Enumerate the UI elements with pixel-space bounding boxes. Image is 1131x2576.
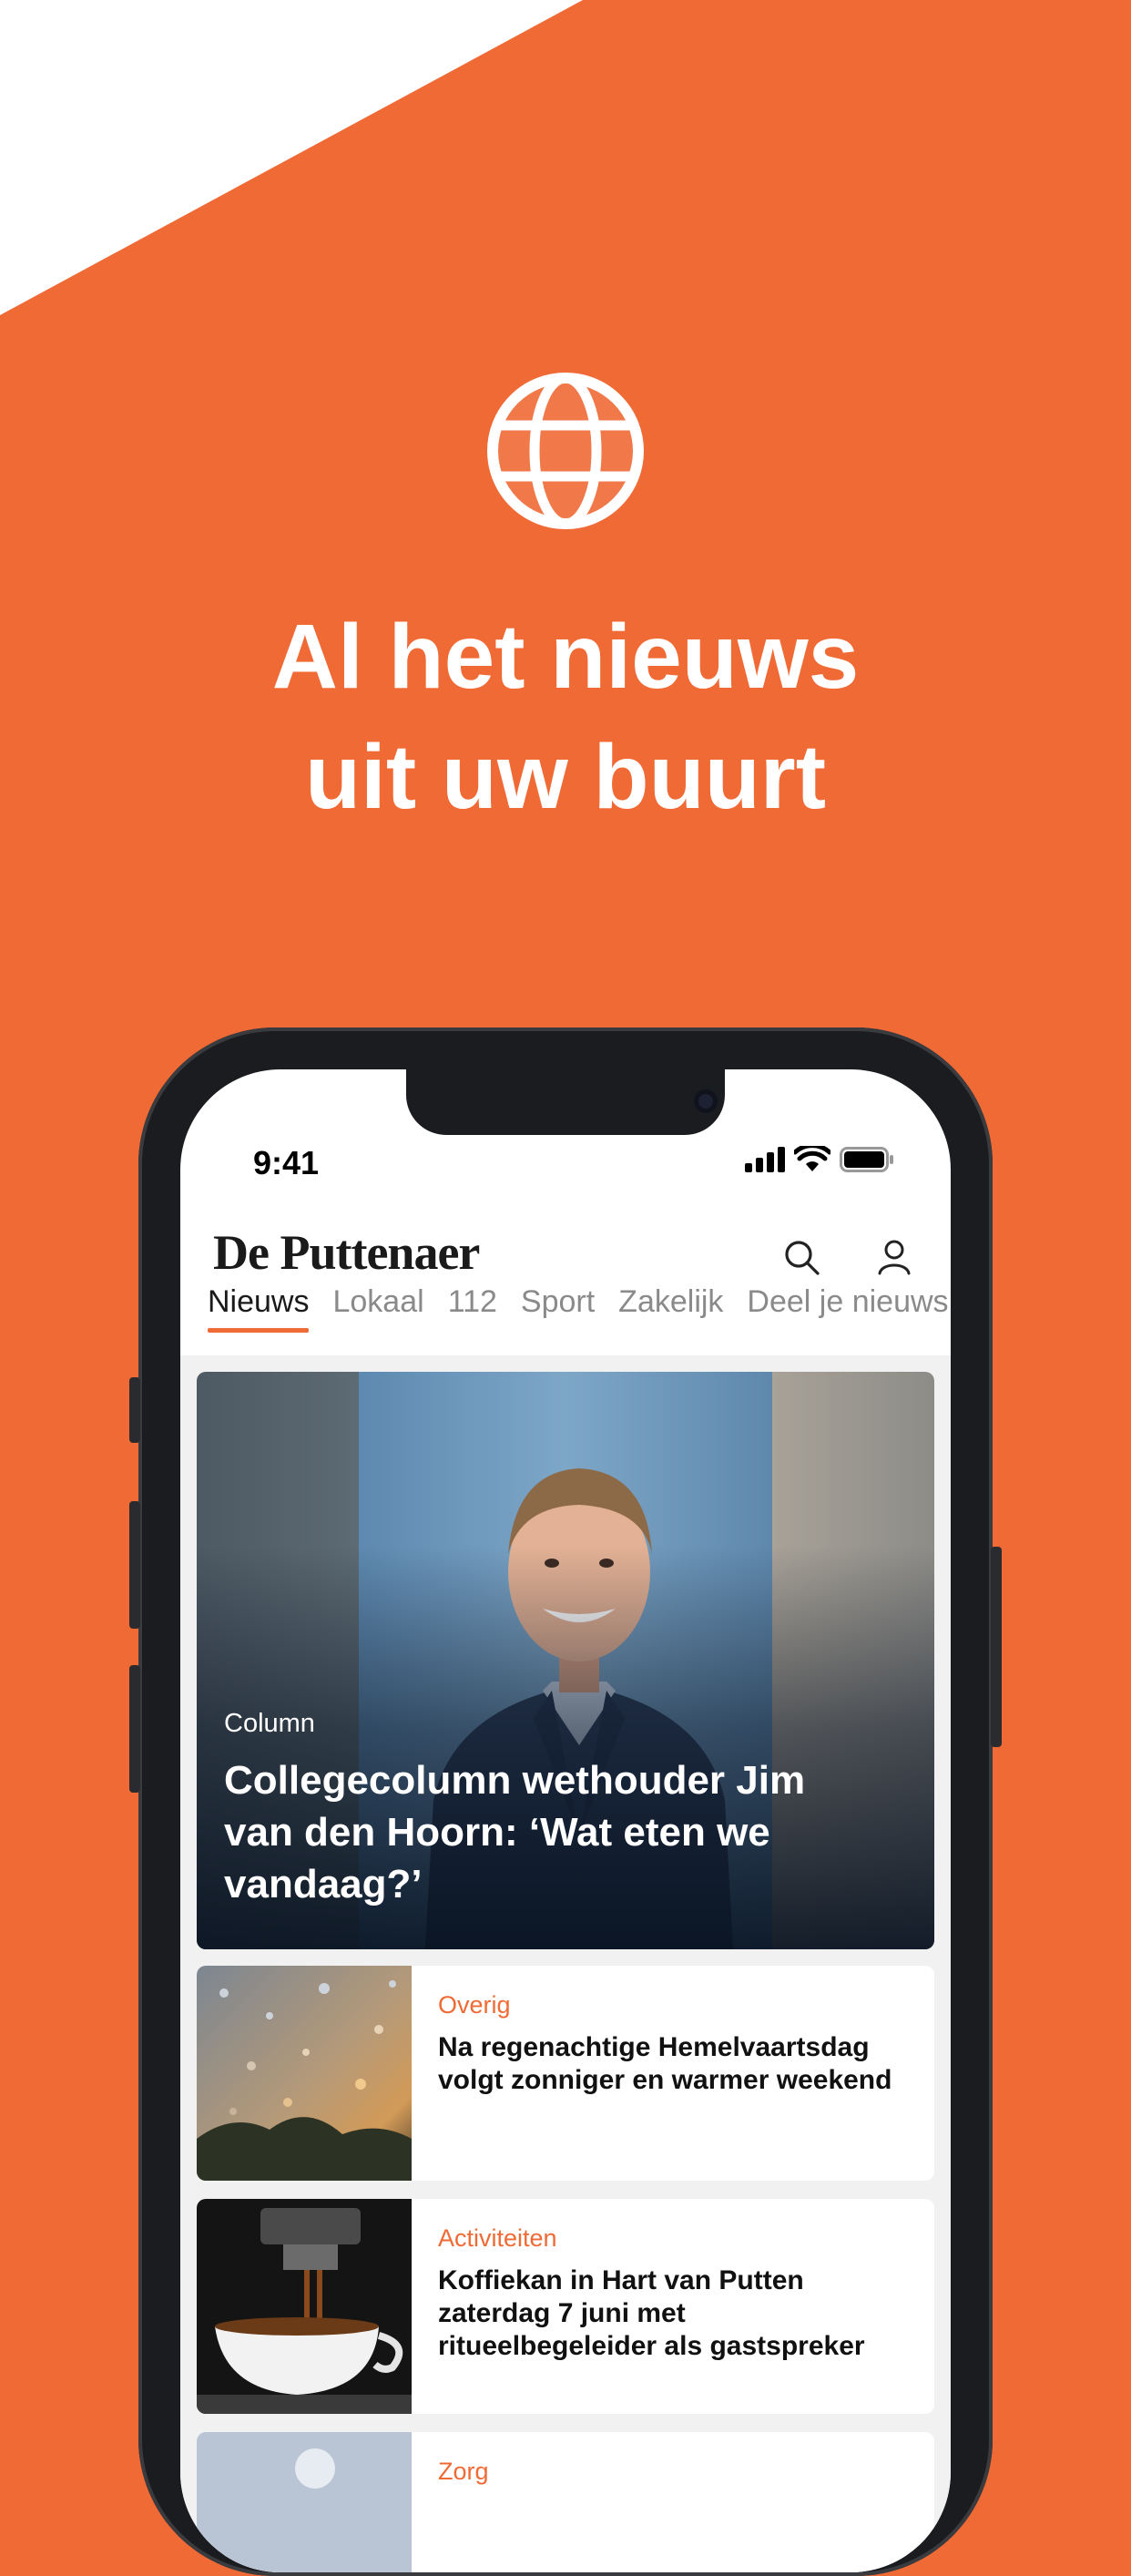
featured-title: Collegecolumn wethouder Jim van den Hoor…: [224, 1758, 806, 1906]
status-time: 9:41: [253, 1144, 320, 1181]
front-camera: [694, 1089, 718, 1113]
article-thumbnail: [197, 1966, 412, 2181]
article-card[interactable]: Activiteiten Koffiekan in Hart van Putte…: [197, 2199, 934, 2414]
wifi-icon: [794, 1146, 830, 1171]
app-logo[interactable]: De Puttenaer: [213, 1224, 480, 1281]
signal-icon: [745, 1147, 785, 1172]
headline: Al het nieuws uit uw buurt: [0, 597, 1131, 837]
headline-line-2: uit uw buurt: [304, 726, 827, 828]
article-title: Koffiekan in Hart van Putten zaterdag 7 …: [438, 2265, 865, 2361]
tab-deel-je-nieuws[interactable]: Deel je nieuws: [747, 1284, 948, 1333]
category-tabs: Nieuws Lokaal 112 Sport Zakelijk Deel je nieu…: [208, 1284, 951, 1348]
featured-article[interactable]: Column Collegecolumn wethouder Jim van d…: [197, 1372, 934, 1949]
phone-volume-up: [129, 1501, 140, 1629]
article-thumbnail: [197, 2432, 412, 2572]
battery-icon: [840, 1147, 893, 1172]
notch: [406, 1069, 725, 1135]
featured-category: Column: [224, 1709, 315, 1738]
phone-silent-switch: [129, 1377, 140, 1443]
article-category: Overig: [438, 1991, 511, 2019]
phone-mockup: 9:41 De Puttenaer Nieuws Lokaal 112 Spor…: [129, 1027, 1002, 2576]
phone-power-button: [991, 1547, 1002, 1747]
status-icons: [745, 1146, 894, 1173]
article-category: Zorg: [438, 2458, 489, 2485]
article-card[interactable]: Overig Na regenachtige Hemelvaartsdag vo…: [197, 1966, 934, 2181]
app-screen: 9:41 De Puttenaer Nieuws Lokaal 112 Spor…: [180, 1069, 951, 2572]
article-thumbnail: [197, 2199, 412, 2414]
globe-icon: [487, 373, 644, 529]
account-icon[interactable]: [874, 1237, 914, 1277]
tab-112[interactable]: 112: [448, 1284, 497, 1333]
headline-line-1: Al het nieuws: [271, 606, 860, 708]
article-card[interactable]: Zorg: [197, 2432, 934, 2572]
tab-zakelijk[interactable]: Zakelijk: [618, 1284, 723, 1333]
tab-lokaal[interactable]: Lokaal: [332, 1284, 423, 1333]
article-category: Activiteiten: [438, 2224, 557, 2252]
tab-nieuws[interactable]: Nieuws: [208, 1284, 310, 1333]
tab-sport[interactable]: Sport: [521, 1284, 595, 1333]
search-icon[interactable]: [781, 1237, 821, 1277]
phone-volume-down: [129, 1665, 140, 1793]
background-corner: [0, 0, 583, 315]
article-title: Na regenachtige Hemelvaartsdag volgt zon…: [438, 2032, 892, 2095]
